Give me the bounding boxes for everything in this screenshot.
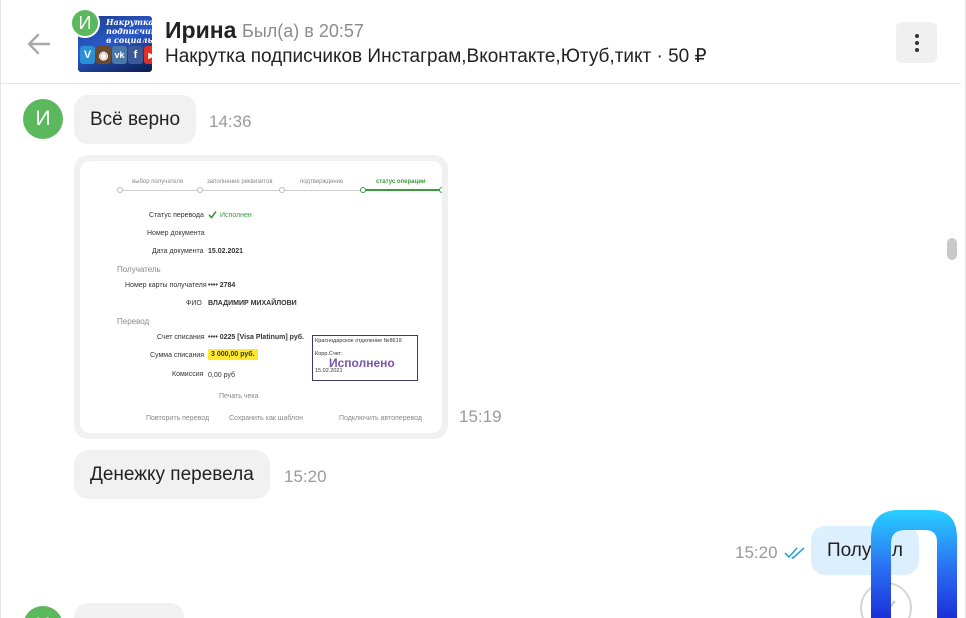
receipt-label: Дата документа (152, 248, 204, 255)
chat-header: Накрутка лайков, подписчиков, друзей в с… (1, 0, 961, 84)
brand-logo (871, 510, 957, 618)
stamp-date: 15.02.2021 (315, 368, 343, 374)
vk-icon: vk (112, 46, 127, 64)
receipt-section-title: Перевод (117, 317, 150, 326)
receipt-step-dot (117, 187, 123, 193)
receipt-progress-active (363, 189, 442, 191)
message-bubble-incoming[interactable]: Всё верно (74, 95, 197, 144)
kebab-dot-icon (914, 47, 919, 52)
youtube-icon: ▶ (144, 46, 152, 64)
listing-avatar[interactable]: Накрутка лайков, подписчиков, друзей в с… (70, 8, 152, 72)
receipt-label: Статус перевода (149, 212, 204, 219)
receipt-repeat-link: Повторить перевод (146, 415, 210, 422)
receipt-auto-link: Подключить автоперевод (339, 415, 422, 422)
message-bubble-incoming[interactable]: Денежку перевела (74, 450, 270, 499)
message-list[interactable]: И Всё верно 14:36 выбор получателя запол… (1, 85, 943, 618)
message-photo[interactable]: выбор получателя заполнение реквизитов п… (74, 155, 448, 439)
receipt-label: Сумма списания (150, 352, 205, 359)
receipt-step-active: статус операции (376, 179, 426, 185)
arrow-left-icon (27, 33, 51, 55)
receipt-label: Номер карты получателя (125, 282, 207, 289)
message-bubble-incoming[interactable] (74, 603, 184, 618)
receipt-print-link: Печать чека (219, 393, 259, 400)
receipt-value: 0,00 руб (208, 372, 235, 379)
message-time: 15:19 (459, 407, 502, 426)
kebab-dot-icon (914, 33, 919, 38)
back-button[interactable] (23, 28, 55, 60)
receipt-step-dot (197, 187, 203, 193)
avatar-text-line: в социальные сети (106, 35, 152, 45)
social-icons: V ◉ vk f ▶ (80, 46, 152, 64)
facebook-icon: f (128, 46, 143, 64)
receipt-amount: 3 000,00 руб. (208, 349, 258, 360)
sender-avatar: И (23, 606, 63, 618)
message-time: 15:20 (735, 543, 778, 562)
double-check-icon (784, 547, 805, 560)
stamp-branch: Краснодарское отделение №8619 (315, 338, 402, 344)
receipt-section-title: Получатель (117, 265, 161, 274)
receipt-status-value: Исполнен (220, 212, 252, 219)
listing-title[interactable]: Накрутка подписчиков Инстаграм,Вконтакте… (165, 45, 707, 68)
receipt-step-dot (279, 187, 285, 193)
contact-name[interactable]: Ирина (165, 17, 236, 44)
sender-avatar: И (23, 99, 63, 139)
receipt-step: заполнение реквизитов (207, 179, 273, 185)
chat-window: Накрутка лайков, подписчиков, друзей в с… (0, 0, 966, 618)
scrollbar-thumb[interactable] (947, 238, 957, 260)
receipt-step-dot (360, 187, 366, 193)
kebab-dot-icon (914, 40, 919, 45)
receipt-value: •••• 0225 [Visa Platinum] руб. (208, 334, 304, 341)
user-avatar-badge: И (70, 8, 100, 38)
receipt-save-link: Сохранить как шаблон (229, 415, 303, 422)
receipt-label: ФИО (186, 300, 202, 307)
message-time: 14:36 (209, 112, 252, 131)
vine-icon: V (80, 46, 95, 64)
receipt-value: ВЛАДИМИР МИХАЙЛОВИ (208, 300, 297, 307)
receipt-step: выбор получателя (132, 179, 184, 185)
instagram-icon: ◉ (96, 46, 111, 64)
more-options-button[interactable] (896, 22, 937, 63)
check-icon (208, 211, 217, 219)
receipt-step: подтверждение (300, 179, 344, 185)
bank-stamp: Краснодарское отделение №8619 Корр.Счет:… (312, 335, 418, 381)
receipt-label: Номер документа (147, 230, 205, 237)
receipt-value: 15.02.2021 (208, 248, 244, 255)
receipt-label: Комиссия (172, 371, 204, 378)
receipt-step-dot (439, 187, 442, 193)
receipt-label: Счет списания (157, 334, 205, 341)
receipt-value: •••• 2784 (208, 282, 236, 289)
last-seen-status: Был(а) в 20:57 (242, 21, 364, 41)
receipt-image[interactable]: выбор получателя заполнение реквизитов п… (80, 161, 442, 433)
message-time: 15:20 (284, 467, 327, 486)
